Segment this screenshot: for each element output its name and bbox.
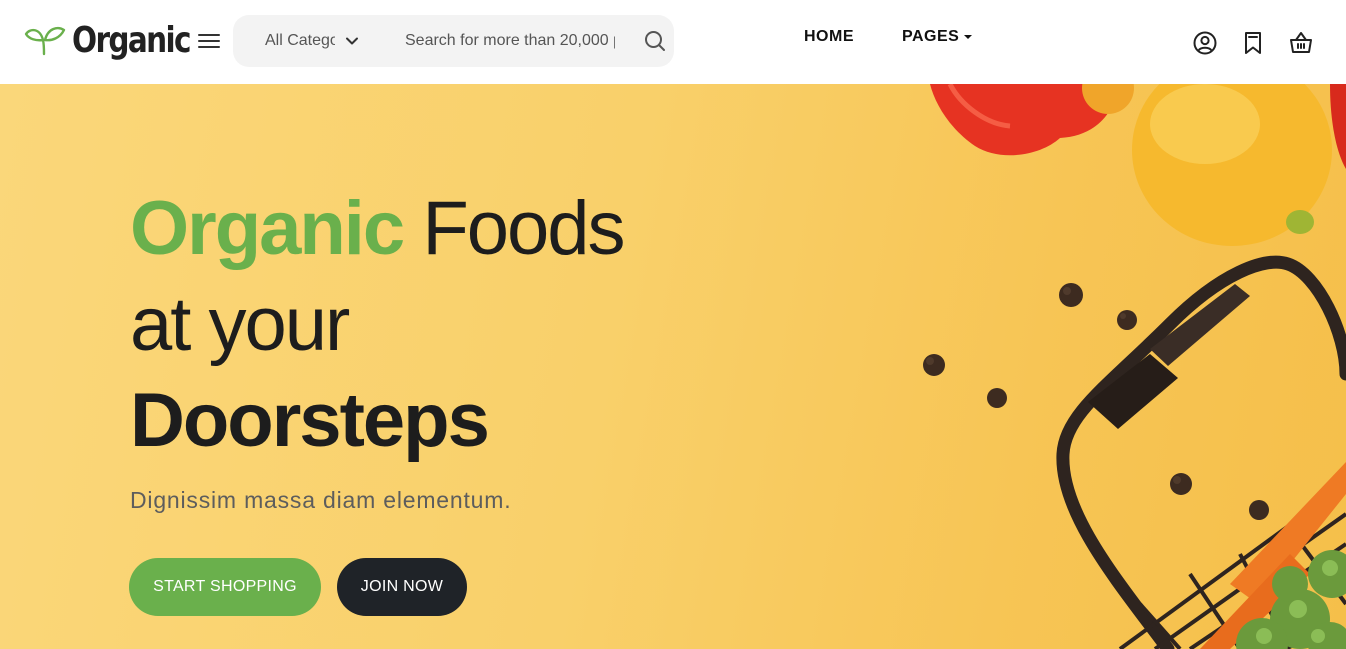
category-select-value: All Categories [265, 32, 335, 49]
nav-pages-label: PAGES [902, 28, 960, 45]
user-icon[interactable] [1192, 30, 1218, 56]
hero-subtitle: Dignissim massa diam elementum. [130, 487, 512, 513]
search-icon[interactable] [643, 29, 667, 53]
hamburger-menu-icon[interactable] [198, 30, 220, 50]
hero-title-line-2: at your [130, 282, 350, 367]
chevron-down-icon [346, 37, 358, 45]
site-header: Organic All Categories HOME PAGES [0, 0, 1346, 84]
category-select[interactable]: All Categories [265, 15, 359, 67]
hero-banner: Organic Foods at your Doorsteps Dignissi… [0, 84, 1346, 649]
brand-logo[interactable]: Organic [24, 19, 216, 61]
join-now-button[interactable]: JOIN NOW [337, 558, 467, 616]
basket-icon[interactable] [1288, 30, 1314, 56]
start-shopping-button[interactable]: START SHOPPING [129, 558, 321, 616]
leaf-icon [24, 26, 66, 56]
bookmark-icon[interactable] [1240, 30, 1266, 56]
hero-title-rest: Foods [422, 186, 625, 271]
search-input[interactable] [405, 28, 615, 54]
nav-home[interactable]: HOME [804, 28, 854, 46]
brand-name: Organic [72, 19, 191, 61]
search-bar: All Categories [233, 15, 674, 67]
nav-pages[interactable]: PAGES [902, 28, 973, 46]
hero-title-line-1: Organic Foods [130, 191, 626, 267]
hero-title-line-3: Doorsteps [130, 378, 490, 463]
hero-title-accent: Organic [130, 186, 405, 271]
caret-down-icon [964, 35, 973, 39]
